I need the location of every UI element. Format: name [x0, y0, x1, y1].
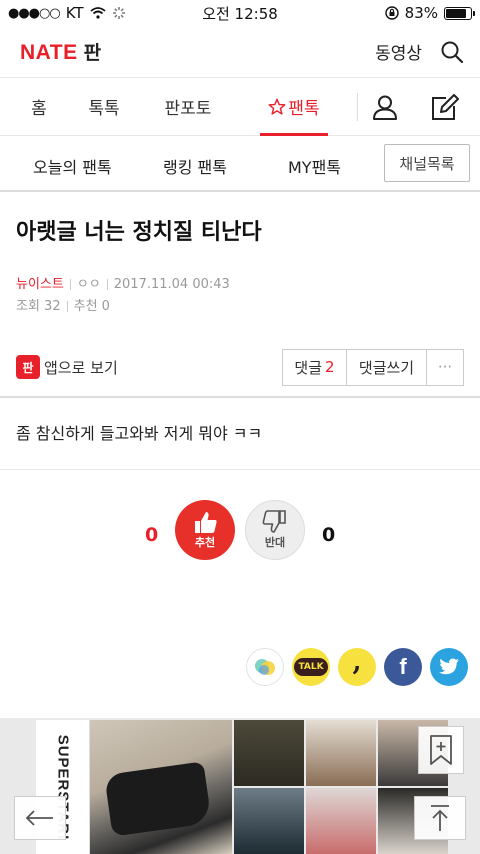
comments-count: 2 — [325, 358, 335, 376]
sub-tabs: 오늘의 팬톡 랭킹 팬톡 MY팬톡 채널목록 — [0, 136, 480, 192]
star-icon — [268, 98, 286, 115]
subtab-ranking[interactable]: 랭킹 팬톡 — [163, 154, 227, 178]
wifi-icon — [89, 7, 106, 19]
ad-photo — [234, 788, 304, 854]
downvote-label: 반대 — [264, 536, 286, 549]
downvote-button[interactable]: 반대 — [245, 500, 305, 560]
nate-pan-logo[interactable]: NATE 판 — [20, 38, 101, 65]
write-comment-button[interactable]: 댓글쓰기 — [347, 349, 427, 385]
article-author: ㅇㅇ — [76, 277, 101, 292]
upvote-count: 0 — [145, 524, 159, 546]
back-button[interactable] — [14, 796, 66, 840]
ad-photo — [306, 720, 376, 786]
ad-banner[interactable]: SUPERSTARI — [0, 718, 480, 854]
app-header: NATE 판 동영상 — [0, 26, 480, 78]
battery-percent: 83% — [404, 4, 438, 22]
search-icon[interactable] — [440, 40, 464, 64]
video-link[interactable]: 동영상 — [375, 39, 422, 64]
pan-label: 판 — [83, 42, 102, 64]
comments-button[interactable]: 댓글 2 — [283, 349, 347, 385]
tabs-divider — [357, 93, 358, 121]
tab-fantalk-label: 팬톡 — [288, 99, 320, 119]
twitter-icon — [438, 658, 459, 675]
article-recommends: 추천 0 — [73, 299, 110, 314]
upvote-button[interactable]: 추천 — [175, 500, 235, 560]
battery-icon — [444, 6, 475, 20]
write-icon[interactable] — [430, 93, 460, 121]
facebook-icon: f — [399, 654, 407, 679]
upvote-label: 추천 — [194, 536, 216, 549]
facebook-share-button[interactable]: f — [384, 648, 422, 686]
ad-photo-grid — [234, 720, 448, 854]
kakaostory-icon — [255, 659, 275, 675]
downvote-count: 0 — [322, 524, 336, 546]
article-meta: 뉴이스트 ㅇㅇ 2017.11.04 00:43 조회 32 추천 0 — [0, 246, 480, 318]
kakaotalk-icon: TALK — [294, 658, 328, 676]
tab-home[interactable]: 홈 — [22, 78, 56, 136]
tab-toktok[interactable]: 톡톡 — [84, 78, 124, 136]
main-tabs: 홈 톡톡 판포토 팬톡 — [0, 78, 480, 136]
subtab-today[interactable]: 오늘의 팬톡 — [33, 154, 112, 178]
carrier-label: KT — [65, 4, 84, 22]
scroll-top-button[interactable] — [414, 796, 466, 840]
signal-icon: ●●●○○ — [8, 5, 61, 21]
status-bar: ●●●○○ KT 오전 12:58 83% — [0, 0, 480, 26]
comments-label: 댓글 — [294, 358, 323, 377]
tab-fantalk[interactable]: 팬톡 — [260, 78, 328, 136]
bookmark-plus-icon — [430, 735, 452, 765]
article-views: 조회 32 — [16, 299, 61, 314]
share-buttons: TALK , f — [246, 647, 468, 686]
tab-panphoto[interactable]: 판포토 — [160, 78, 216, 136]
open-in-app-link[interactable]: 판 앱으로 보기 — [16, 355, 118, 379]
comma-share-button[interactable]: , — [338, 647, 376, 686]
channel-list-button[interactable]: 채널목록 — [384, 144, 470, 182]
arrow-left-icon — [25, 810, 53, 826]
comma-icon: , — [352, 647, 362, 677]
thumbs-up-icon — [195, 512, 217, 533]
subtab-my[interactable]: MY팬톡 — [288, 154, 341, 178]
article-body: 좀 참신하게 들고와봐 저게 뭐야 ㅋㅋ — [0, 398, 480, 470]
article-actions: 판 앱으로 보기 댓글 2 댓글쓰기 ··· — [0, 338, 480, 398]
kakaotalk-share-button[interactable]: TALK — [292, 648, 330, 686]
ad-photo — [306, 788, 376, 854]
nate-logo: NATE — [20, 41, 78, 64]
user-icon[interactable] — [372, 94, 398, 120]
arrow-up-icon — [431, 805, 449, 831]
comment-buttons: 댓글 2 댓글쓰기 ··· — [282, 348, 464, 386]
bookmark-add-button[interactable] — [418, 726, 464, 774]
vote-section: 0 추천 반대 0 — [0, 470, 480, 600]
open-in-app-label: 앱으로 보기 — [44, 358, 118, 377]
loading-icon — [112, 7, 125, 19]
kakaostory-share-button[interactable] — [246, 648, 284, 686]
ad-photo — [234, 720, 304, 786]
twitter-share-button[interactable] — [430, 648, 468, 686]
article-title: 아랫글 너는 정치질 티난다 — [16, 220, 262, 245]
article-date: 2017.11.04 00:43 — [113, 277, 230, 292]
more-button[interactable]: ··· — [427, 350, 463, 385]
thumbs-down-icon — [262, 510, 286, 533]
article-category[interactable]: 뉴이스트 — [16, 277, 64, 292]
pan-app-icon: 판 — [16, 355, 40, 379]
rotation-lock-icon — [384, 6, 399, 20]
